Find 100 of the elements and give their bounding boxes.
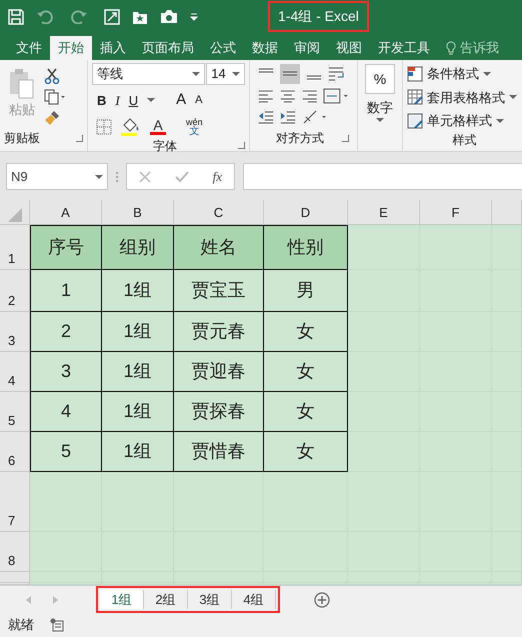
grid-cell <box>348 352 420 392</box>
row-header[interactable]: 2 <box>0 270 30 312</box>
align-middle-icon[interactable] <box>280 64 300 84</box>
group-label: 字体 <box>153 138 177 154</box>
table-cell: 2 <box>30 312 102 352</box>
increase-indent-icon[interactable] <box>280 110 296 124</box>
border-icon[interactable] <box>96 118 112 134</box>
table-cell: 1组 <box>102 270 174 312</box>
window-title: 1-4组 - Excel <box>268 1 369 32</box>
column-header[interactable]: F <box>420 200 492 225</box>
align-right-icon[interactable] <box>302 89 318 103</box>
wrap-text-icon[interactable] <box>328 66 346 82</box>
align-left-icon[interactable] <box>258 89 274 103</box>
grid-cell <box>348 270 420 312</box>
cell-style-icon <box>407 112 423 129</box>
launcher-icon[interactable] <box>76 134 83 142</box>
name-box[interactable]: N9 <box>6 163 108 190</box>
phonetic-button[interactable]: wén 文 <box>186 116 203 136</box>
caret-icon <box>376 118 384 122</box>
column-heading: 姓名 <box>174 225 264 270</box>
column-header[interactable]: A <box>30 200 102 225</box>
sheet-tab[interactable]: 1组 <box>100 590 144 609</box>
table-cell: 男 <box>264 270 348 312</box>
table-cell: 1组 <box>102 432 174 472</box>
dropdown-icon[interactable] <box>190 12 198 20</box>
column-heading: 性别 <box>264 225 348 270</box>
grid-cell <box>348 225 420 270</box>
launcher-icon[interactable] <box>342 134 349 142</box>
check-icon[interactable] <box>174 170 189 182</box>
column-header[interactable]: B <box>102 200 174 225</box>
styles-menu-button[interactable]: 单元格样式 <box>407 111 522 130</box>
table-cell: 女 <box>264 432 348 472</box>
merge-icon[interactable] <box>323 88 349 104</box>
grid-cell <box>348 312 420 352</box>
font-name-field[interactable]: 等线 <box>92 63 206 85</box>
row-header[interactable]: 6 <box>0 432 30 472</box>
font-color-button[interactable]: A <box>153 118 163 132</box>
launcher-icon[interactable] <box>238 142 245 149</box>
ribbon-tab[interactable]: 审阅 <box>286 36 328 60</box>
underline-button[interactable]: U <box>128 90 138 110</box>
brush-icon[interactable] <box>44 110 60 126</box>
row-header[interactable]: 8 <box>0 532 30 572</box>
color-bar <box>150 132 166 135</box>
caret-icon <box>232 72 240 76</box>
table-format-icon <box>407 89 423 106</box>
grow-font-button[interactable]: A <box>176 89 186 112</box>
row-header[interactable]: 5 <box>0 392 30 432</box>
table-cell: 1组 <box>102 392 174 432</box>
table-cell: 4 <box>30 392 102 432</box>
italic-button[interactable]: I <box>115 90 120 110</box>
table-cell: 女 <box>264 392 348 432</box>
styles-menu-button[interactable]: 套用表格格式 <box>407 88 522 107</box>
clipboard-icon <box>8 68 36 100</box>
shrink-font-button[interactable]: A <box>195 92 202 108</box>
row-header[interactable]: 4 <box>0 352 30 392</box>
caret-icon <box>95 174 103 178</box>
bold-button[interactable]: B <box>97 90 106 110</box>
row-header[interactable]: 1 <box>0 225 30 270</box>
tell-me-field[interactable]: 告诉我 <box>460 38 499 58</box>
ribbon-tab[interactable]: 公式 <box>202 36 244 60</box>
grid-cell <box>30 532 102 572</box>
frame-icon[interactable] <box>104 8 120 24</box>
copy-icon[interactable] <box>44 89 66 105</box>
table-cell: 贾探春 <box>174 392 264 432</box>
camera-icon[interactable] <box>160 9 178 24</box>
save-icon[interactable] <box>8 8 24 24</box>
grid-cell <box>348 392 420 432</box>
table-cell: 1 <box>30 270 102 312</box>
table-cell: 贾元春 <box>174 312 264 352</box>
scissors-icon[interactable] <box>44 68 60 84</box>
column-header[interactable]: C <box>174 200 264 225</box>
font-size-field[interactable]: 14 <box>206 63 245 85</box>
ribbon-tab[interactable]: 数据 <box>244 36 286 60</box>
row-header[interactable]: 7 <box>0 472 30 532</box>
table-cell: 3 <box>30 352 102 392</box>
table-cell: 贾迎春 <box>174 352 264 392</box>
caret-icon <box>509 95 517 100</box>
table-cell: 5 <box>30 432 102 472</box>
align-center-icon[interactable] <box>280 89 296 103</box>
ribbon-tab[interactable]: 页面布局 <box>134 36 202 60</box>
formula-field[interactable] <box>243 163 522 190</box>
caret-icon <box>192 72 200 76</box>
table-cell: 贾宝玉 <box>174 270 264 312</box>
ribbon-tab[interactable]: 开始 <box>50 36 92 60</box>
ribbon-tab[interactable]: 开发工具 <box>370 36 438 60</box>
ribbon-tab[interactable]: 文件 <box>8 36 50 60</box>
row-header[interactable]: 3 <box>0 312 30 352</box>
add-sheet-icon[interactable] <box>314 592 330 608</box>
ribbon-tab[interactable]: 插入 <box>92 36 134 60</box>
decrease-indent-icon[interactable] <box>258 110 274 124</box>
orientation-icon[interactable] <box>302 109 328 125</box>
column-heading: 序号 <box>30 225 102 270</box>
styles-menu-button[interactable]: 条件格式 <box>407 64 522 84</box>
column-header[interactable]: E <box>348 200 420 225</box>
table-cell: 女 <box>264 312 348 352</box>
ribbon-tab[interactable]: 视图 <box>328 36 370 60</box>
column-header[interactable]: D <box>264 200 348 225</box>
insert-function-button[interactable]: fx <box>212 166 222 186</box>
macro-record-icon[interactable] <box>50 618 64 632</box>
grid-cell <box>348 432 420 472</box>
